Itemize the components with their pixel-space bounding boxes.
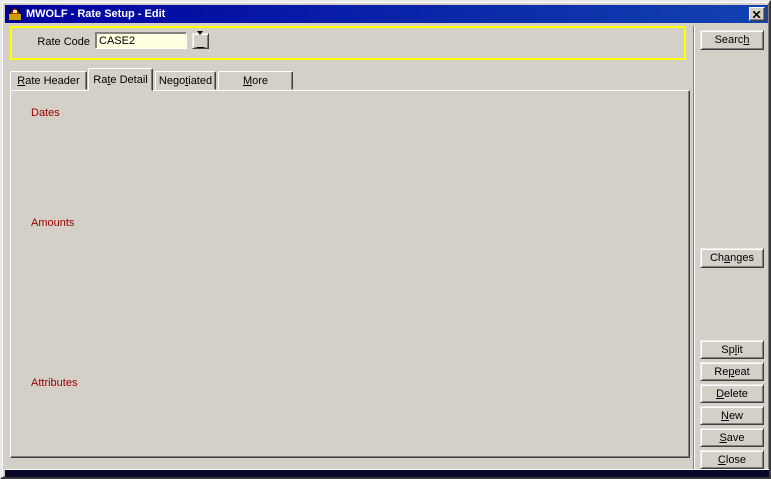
tab-content-pane bbox=[10, 90, 690, 458]
button-label: Split bbox=[721, 344, 742, 356]
search-button[interactable]: Search bbox=[700, 30, 764, 50]
window-title: MWOLF - Rate Setup - Edit bbox=[26, 8, 165, 20]
dates-group-title: Dates bbox=[28, 108, 63, 119]
button-label: Delete bbox=[716, 388, 748, 400]
tab-more[interactable]: More bbox=[218, 71, 293, 90]
rate-code-input[interactable] bbox=[95, 32, 187, 49]
close-window-button[interactable] bbox=[749, 7, 765, 21]
button-label: Repeat bbox=[714, 366, 749, 378]
split-button[interactable]: Split bbox=[700, 340, 764, 359]
tab-label: Negotiated bbox=[159, 75, 212, 87]
button-label: Save bbox=[719, 432, 744, 444]
app-icon bbox=[8, 7, 22, 21]
tab-rate-header[interactable]: Rate Header bbox=[10, 71, 87, 90]
tab-label: Rate Header bbox=[17, 75, 79, 87]
close-icon bbox=[753, 11, 761, 18]
close-button[interactable]: Close bbox=[700, 450, 764, 469]
dropdown-arrow-icon bbox=[197, 35, 204, 48]
tab-label: Rate Detail bbox=[93, 74, 147, 86]
button-label: Changes bbox=[710, 252, 754, 264]
changes-button[interactable]: Changes bbox=[700, 248, 764, 268]
delete-button[interactable]: Delete bbox=[700, 384, 764, 403]
button-label: New bbox=[721, 410, 743, 422]
amounts-group-title: Amounts bbox=[28, 218, 77, 229]
button-label: Search bbox=[715, 34, 750, 46]
repeat-button[interactable]: Repeat bbox=[700, 362, 764, 381]
new-button[interactable]: New bbox=[700, 406, 764, 425]
rate-code-lov-button[interactable] bbox=[192, 33, 209, 49]
bottom-dark-band bbox=[5, 470, 770, 478]
panel-divider bbox=[693, 26, 695, 469]
attributes-group-title: Attributes bbox=[28, 378, 80, 389]
rate-setup-window: MWOLF - Rate Setup - Edit Rate Code Rate… bbox=[0, 0, 771, 479]
button-label: Close bbox=[718, 454, 746, 466]
tab-label: More bbox=[243, 75, 268, 87]
title-bar[interactable]: MWOLF - Rate Setup - Edit bbox=[5, 5, 768, 23]
tab-negotiated[interactable]: Negotiated bbox=[155, 71, 216, 90]
save-button[interactable]: Save bbox=[700, 428, 764, 447]
rate-code-label: Rate Code bbox=[30, 36, 90, 48]
tab-rate-detail[interactable]: Rate Detail bbox=[88, 68, 153, 91]
